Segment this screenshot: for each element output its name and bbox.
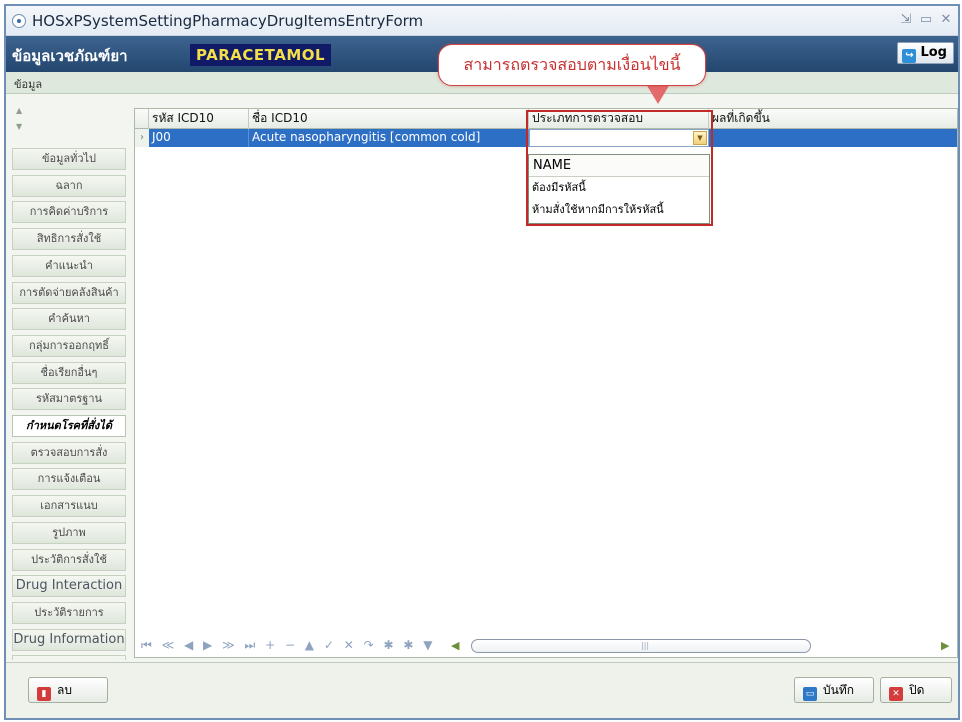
sidebar-item-usage-history[interactable]: ประวัติการสั่งใช้ <box>12 548 126 571</box>
column-header-icd10-name[interactable]: ชื่อ ICD10 <box>249 109 529 129</box>
cell-icd10-code[interactable]: J00 <box>149 129 249 147</box>
horizontal-scrollbar[interactable]: ||| <box>471 639 811 653</box>
column-header-icd10-code[interactable]: รหัส ICD10 <box>149 109 249 129</box>
window-title: HOSxPSystemSettingPharmacyDrugItemsEntry… <box>32 12 424 30</box>
sidebar: ▲ ▼ ข้อมูลทั่วไปฉลากการคิดค่าบริการสิทธิ… <box>10 100 130 660</box>
navigator-buttons[interactable]: ⏮ ≪ ◀ ▶ ≫ ⏭ + − ▲ ✓ ✕ ↷ ✱ ✱ ▼ <box>141 638 435 653</box>
delete-button[interactable]: ▮ ลบ <box>28 677 108 703</box>
log-icon: ↪ <box>902 49 917 63</box>
log-button-label: Log <box>920 45 947 60</box>
cell-result[interactable] <box>709 129 957 147</box>
close-button-label: ปิด <box>909 683 925 697</box>
scroll-left-icon[interactable]: ◀ <box>451 639 459 652</box>
save-icon: ▭ <box>803 687 817 701</box>
sidebar-item-standard-code[interactable]: รหัสมาตรฐาน <box>12 388 126 411</box>
sidebar-item-search-terms[interactable]: คำค้นหา <box>12 308 126 331</box>
sidebar-item-advice[interactable]: คำแนะนำ <box>12 254 126 277</box>
form-heading: ข้อมูลเวชภัณฑ์ยา <box>12 47 128 65</box>
maximize-icon[interactable]: ▭ <box>918 12 934 28</box>
drug-name-label: PARACETAMOL <box>190 44 332 66</box>
title-bar: HOSxPSystemSettingPharmacyDrugItemsEntry… <box>6 6 958 36</box>
restore-icon[interactable]: ⇲ <box>898 12 914 28</box>
log-button[interactable]: ↪ Log <box>897 42 954 64</box>
scroll-right-icon[interactable]: ▶ <box>941 639 949 652</box>
sidebar-item-attachments[interactable]: เอกสารแนบ <box>12 495 126 518</box>
app-icon <box>12 14 26 28</box>
scrollbar-grip-icon[interactable]: ||| <box>641 641 649 650</box>
column-header-result[interactable]: ผลที่เกิดขึ้น <box>709 109 957 129</box>
close-icon: ✕ <box>889 687 903 701</box>
grid-navigator: ⏮ ≪ ◀ ▶ ≫ ⏭ + − ▲ ✓ ✕ ↷ ✱ ✱ ▼ ◀ ||| ▶ <box>135 635 957 657</box>
annotation-highlight-box <box>526 110 713 226</box>
sidebar-item-alerts[interactable]: การแจ้งเตือน <box>12 468 126 491</box>
delete-button-label: ลบ <box>57 683 72 697</box>
sidebar-item-allowed-diagnoses[interactable]: กำหนดโรคที่สั่งได้ <box>12 415 126 437</box>
sidebar-item-drug-information[interactable]: Drug Information <box>12 628 126 651</box>
section-label: ข้อมูล <box>14 78 43 91</box>
sidebar-scroll-arrows[interactable]: ▲ ▼ <box>10 100 130 136</box>
bottom-bar: ▮ ลบ ▭ บันทึก ✕ ปิด <box>6 662 958 718</box>
cell-icd10-name[interactable]: Acute nasopharyngitis [common cold] <box>249 129 529 147</box>
sidebar-item-action-group[interactable]: กลุ่มการออกฤทธิ์ <box>12 334 126 357</box>
sidebar-item-label[interactable]: ฉลาก <box>12 174 126 197</box>
sidebar-item-stock-deduction[interactable]: การตัดจ่ายคลังสินค้า <box>12 281 126 304</box>
sidebar-item-images[interactable]: รูปภาพ <box>12 521 126 544</box>
sidebar-item-other-names[interactable]: ชื่อเรียกอื่นๆ <box>12 361 126 384</box>
save-button-label: บันทึก <box>823 683 854 697</box>
sidebar-item-order-check[interactable]: ตรวจสอบการสั่ง <box>12 441 126 464</box>
sidebar-item-prescribe-rights[interactable]: สิทธิการสั่งใช้ <box>12 228 126 251</box>
close-button[interactable]: ✕ ปิด <box>880 677 952 703</box>
sidebar-item-billing[interactable]: การคิดค่าบริการ <box>12 201 126 224</box>
scroll-up-icon[interactable]: ▲ <box>16 106 22 115</box>
row-indicator-icon: › <box>135 129 149 147</box>
sidebar-item-item-history[interactable]: ประวัติรายการ <box>12 601 126 624</box>
close-window-icon[interactable]: ✕ <box>938 12 954 28</box>
sidebar-item-general[interactable]: ข้อมูลทั่วไป <box>12 148 126 170</box>
annotation-callout-tail <box>646 84 670 104</box>
delete-icon: ▮ <box>37 687 51 701</box>
save-button[interactable]: ▭ บันทึก <box>794 677 874 703</box>
sidebar-item-drug-interaction[interactable]: Drug Interaction <box>12 575 126 598</box>
scroll-down-icon[interactable]: ▼ <box>16 122 22 131</box>
row-indicator-header <box>135 109 149 129</box>
annotation-callout: สามารถตรวจสอบตามเงื่อนไขนี้ <box>438 44 706 86</box>
app-window: HOSxPSystemSettingPharmacyDrugItemsEntry… <box>4 4 960 720</box>
sidebar-item-statistics[interactable]: สถิติ <box>12 655 126 660</box>
